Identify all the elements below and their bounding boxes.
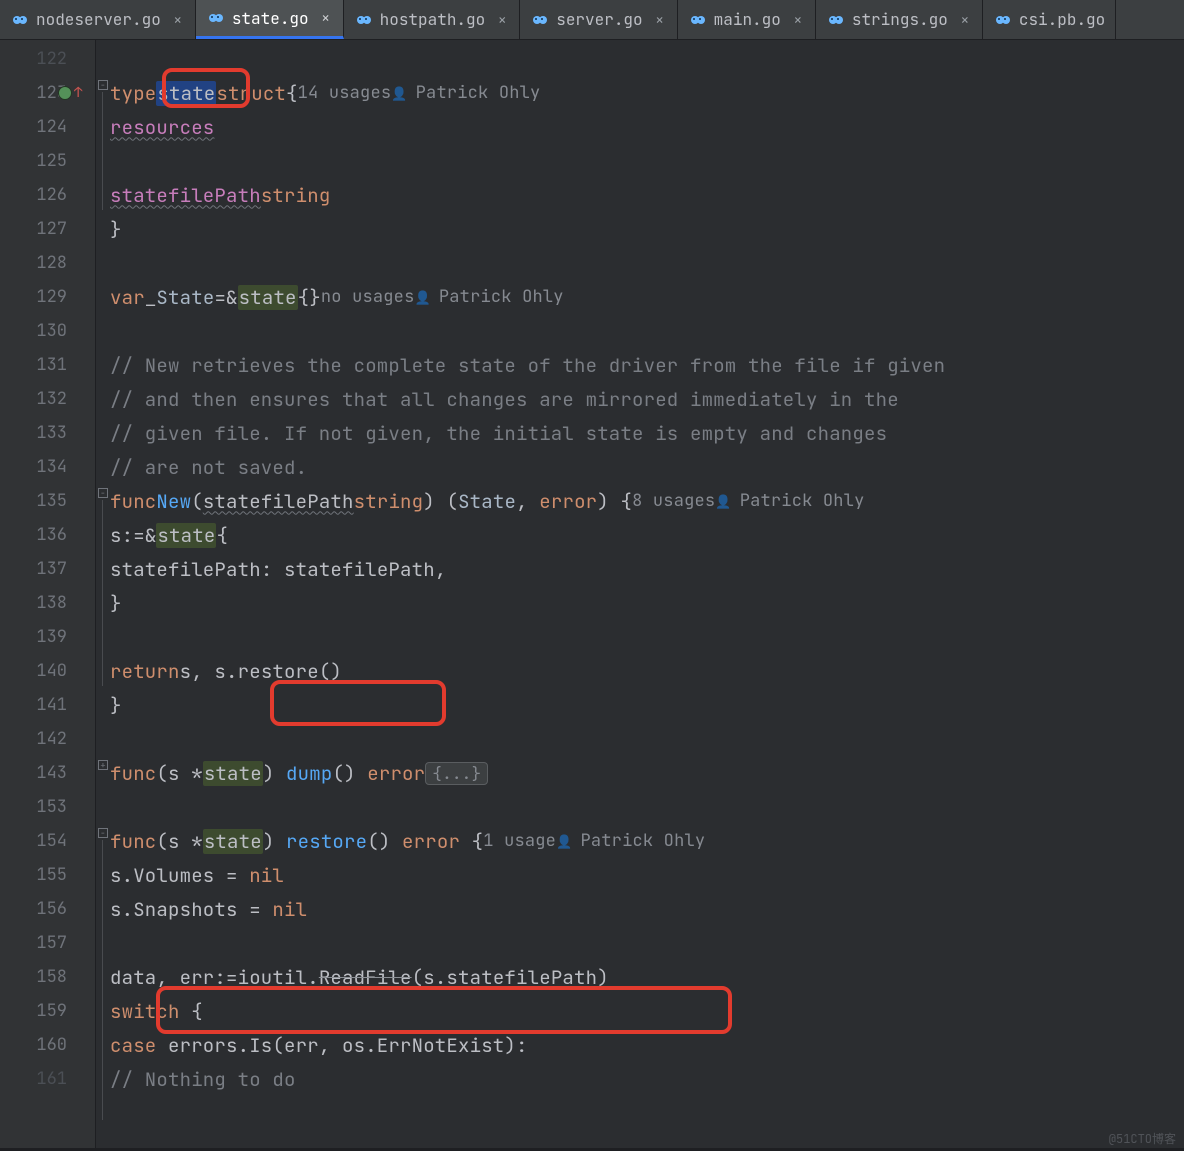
- line-number: 142: [0, 722, 95, 756]
- line-number: 126: [0, 178, 95, 212]
- go-file-icon: [995, 12, 1011, 28]
- tab-server[interactable]: server.go ×: [520, 0, 677, 39]
- code-line: resources: [110, 110, 1184, 144]
- go-file-icon: [532, 12, 548, 28]
- line-number: 134: [0, 450, 95, 484]
- vcs-mark-icon[interactable]: [58, 86, 72, 100]
- close-icon[interactable]: ×: [653, 10, 667, 30]
- code-line: var _ State = &state{} no usages Patrick…: [110, 280, 1184, 314]
- line-number: 156: [0, 892, 95, 926]
- code-line: s.Snapshots = nil: [110, 892, 1184, 926]
- tab-label: server.go: [556, 9, 642, 30]
- code-line: // Nothing to do: [110, 1062, 1184, 1096]
- editor-area[interactable]: 122 ↑ 123 124 125 126 127 128 129 130 13…: [0, 40, 1184, 1151]
- code-line: func (s *state) restore() error { 1 usag…: [110, 824, 1184, 858]
- code-line: statefilePath string: [110, 178, 1184, 212]
- line-number: 141: [0, 688, 95, 722]
- watermark: @51CTO博客: [1109, 1130, 1176, 1147]
- line-number: 130: [0, 314, 95, 348]
- tab-label: strings.go: [852, 9, 948, 30]
- line-number: 135: [0, 484, 95, 518]
- arrow-up-icon: ↑: [74, 84, 82, 102]
- code-line: case errors.Is(err, os.ErrNotExist):: [110, 1028, 1184, 1062]
- line-number: 127: [0, 212, 95, 246]
- close-icon[interactable]: ×: [319, 8, 333, 28]
- fold-toggle-icon[interactable]: −: [98, 828, 108, 838]
- line-number: 137: [0, 552, 95, 586]
- tab-bar: nodeserver.go × state.go × hostpath.go ×…: [0, 0, 1184, 40]
- tab-state[interactable]: state.go ×: [196, 0, 344, 39]
- go-file-icon: [828, 12, 844, 28]
- tab-hostpath[interactable]: hostpath.go ×: [344, 0, 521, 39]
- line-number: 133: [0, 416, 95, 450]
- code-line: // New retrieves the complete state of t…: [110, 348, 1184, 382]
- line-number: 136: [0, 518, 95, 552]
- code-line: s.Volumes = nil: [110, 858, 1184, 892]
- line-number: 143: [0, 756, 95, 790]
- code-line: s := &state{: [110, 518, 1184, 552]
- line-number-gutter: 122 ↑ 123 124 125 126 127 128 129 130 13…: [0, 40, 96, 1151]
- line-number: 160: [0, 1028, 95, 1062]
- tab-label: csi.pb.go: [1019, 9, 1105, 30]
- line-number: 154: [0, 824, 95, 858]
- fold-toggle-icon[interactable]: +: [98, 760, 108, 770]
- code-line: }: [110, 212, 1184, 246]
- code-line: func (s *state) dump() error {...}: [110, 756, 1184, 790]
- tab-csi-pb[interactable]: csi.pb.go: [983, 0, 1116, 39]
- line-number: 158: [0, 960, 95, 994]
- code-line: switch {: [110, 994, 1184, 1028]
- line-number: 139: [0, 620, 95, 654]
- line-number: 140: [0, 654, 95, 688]
- line-number: 155: [0, 858, 95, 892]
- line-number: ↑ 123: [0, 76, 95, 110]
- tab-label: hostpath.go: [380, 9, 486, 30]
- fold-toggle-icon[interactable]: −: [98, 80, 108, 90]
- code-line: // and then ensures that all changes are…: [110, 382, 1184, 416]
- tab-label: nodeserver.go: [36, 9, 161, 30]
- go-file-icon: [12, 12, 28, 28]
- code-content[interactable]: type state struct { 14 usages Patrick Oh…: [110, 40, 1184, 1151]
- code-line: return s, s.restore(): [110, 654, 1184, 688]
- line-number: 138: [0, 586, 95, 620]
- line-number: 161: [0, 1062, 95, 1096]
- close-icon[interactable]: ×: [791, 10, 805, 30]
- go-file-icon: [208, 10, 224, 26]
- close-icon[interactable]: ×: [171, 10, 185, 30]
- tab-nodeserver[interactable]: nodeserver.go ×: [0, 0, 196, 39]
- code-line: statefilePath: statefilePath,: [110, 552, 1184, 586]
- line-number: 128: [0, 246, 95, 280]
- tab-label: main.go: [714, 9, 781, 30]
- code-line: data, err := ioutil.ReadFile(s.statefile…: [110, 960, 1184, 994]
- line-number: 125: [0, 144, 95, 178]
- code-line: // are not saved.: [110, 450, 1184, 484]
- line-number: 129: [0, 280, 95, 314]
- go-file-icon: [356, 12, 372, 28]
- line-number: 122: [0, 42, 95, 76]
- folded-region-icon[interactable]: {...}: [425, 762, 488, 785]
- fold-column: − − + −: [96, 40, 110, 1151]
- fold-toggle-icon[interactable]: −: [98, 488, 108, 498]
- line-number: 132: [0, 382, 95, 416]
- line-number: 131: [0, 348, 95, 382]
- line-number: 153: [0, 790, 95, 824]
- go-file-icon: [690, 12, 706, 28]
- line-number: 124: [0, 110, 95, 144]
- code-line: func New(statefilePath string) (State, e…: [110, 484, 1184, 518]
- close-icon[interactable]: ×: [958, 10, 972, 30]
- tab-strings[interactable]: strings.go ×: [816, 0, 983, 39]
- line-number: 157: [0, 926, 95, 960]
- code-line: }: [110, 586, 1184, 620]
- close-icon[interactable]: ×: [495, 10, 509, 30]
- tab-main[interactable]: main.go ×: [678, 0, 816, 39]
- line-number: 159: [0, 994, 95, 1028]
- code-line: }: [110, 688, 1184, 722]
- code-line: type state struct { 14 usages Patrick Oh…: [110, 76, 1184, 110]
- code-line: // given file. If not given, the initial…: [110, 416, 1184, 450]
- tab-label: state.go: [232, 8, 309, 29]
